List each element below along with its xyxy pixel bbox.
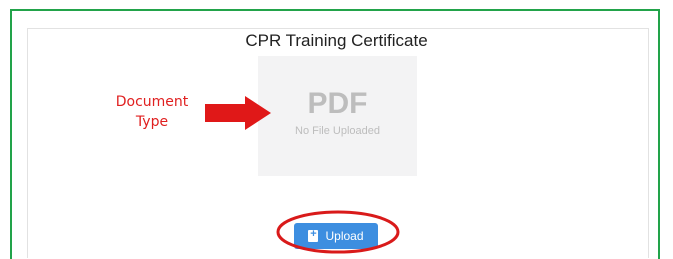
upload-status-text: No File Uploaded xyxy=(295,125,380,137)
annotation-arrow-icon xyxy=(205,96,271,130)
annotation-circle-icon xyxy=(276,210,400,254)
annotation-text: Document Type xyxy=(115,94,189,130)
document-preview[interactable]: PDF No File Uploaded xyxy=(258,56,417,176)
document-type-annotation: Document Type xyxy=(97,92,207,132)
document-title: CPR Training Certificate xyxy=(245,31,428,50)
document-type-label: PDF xyxy=(307,87,368,120)
